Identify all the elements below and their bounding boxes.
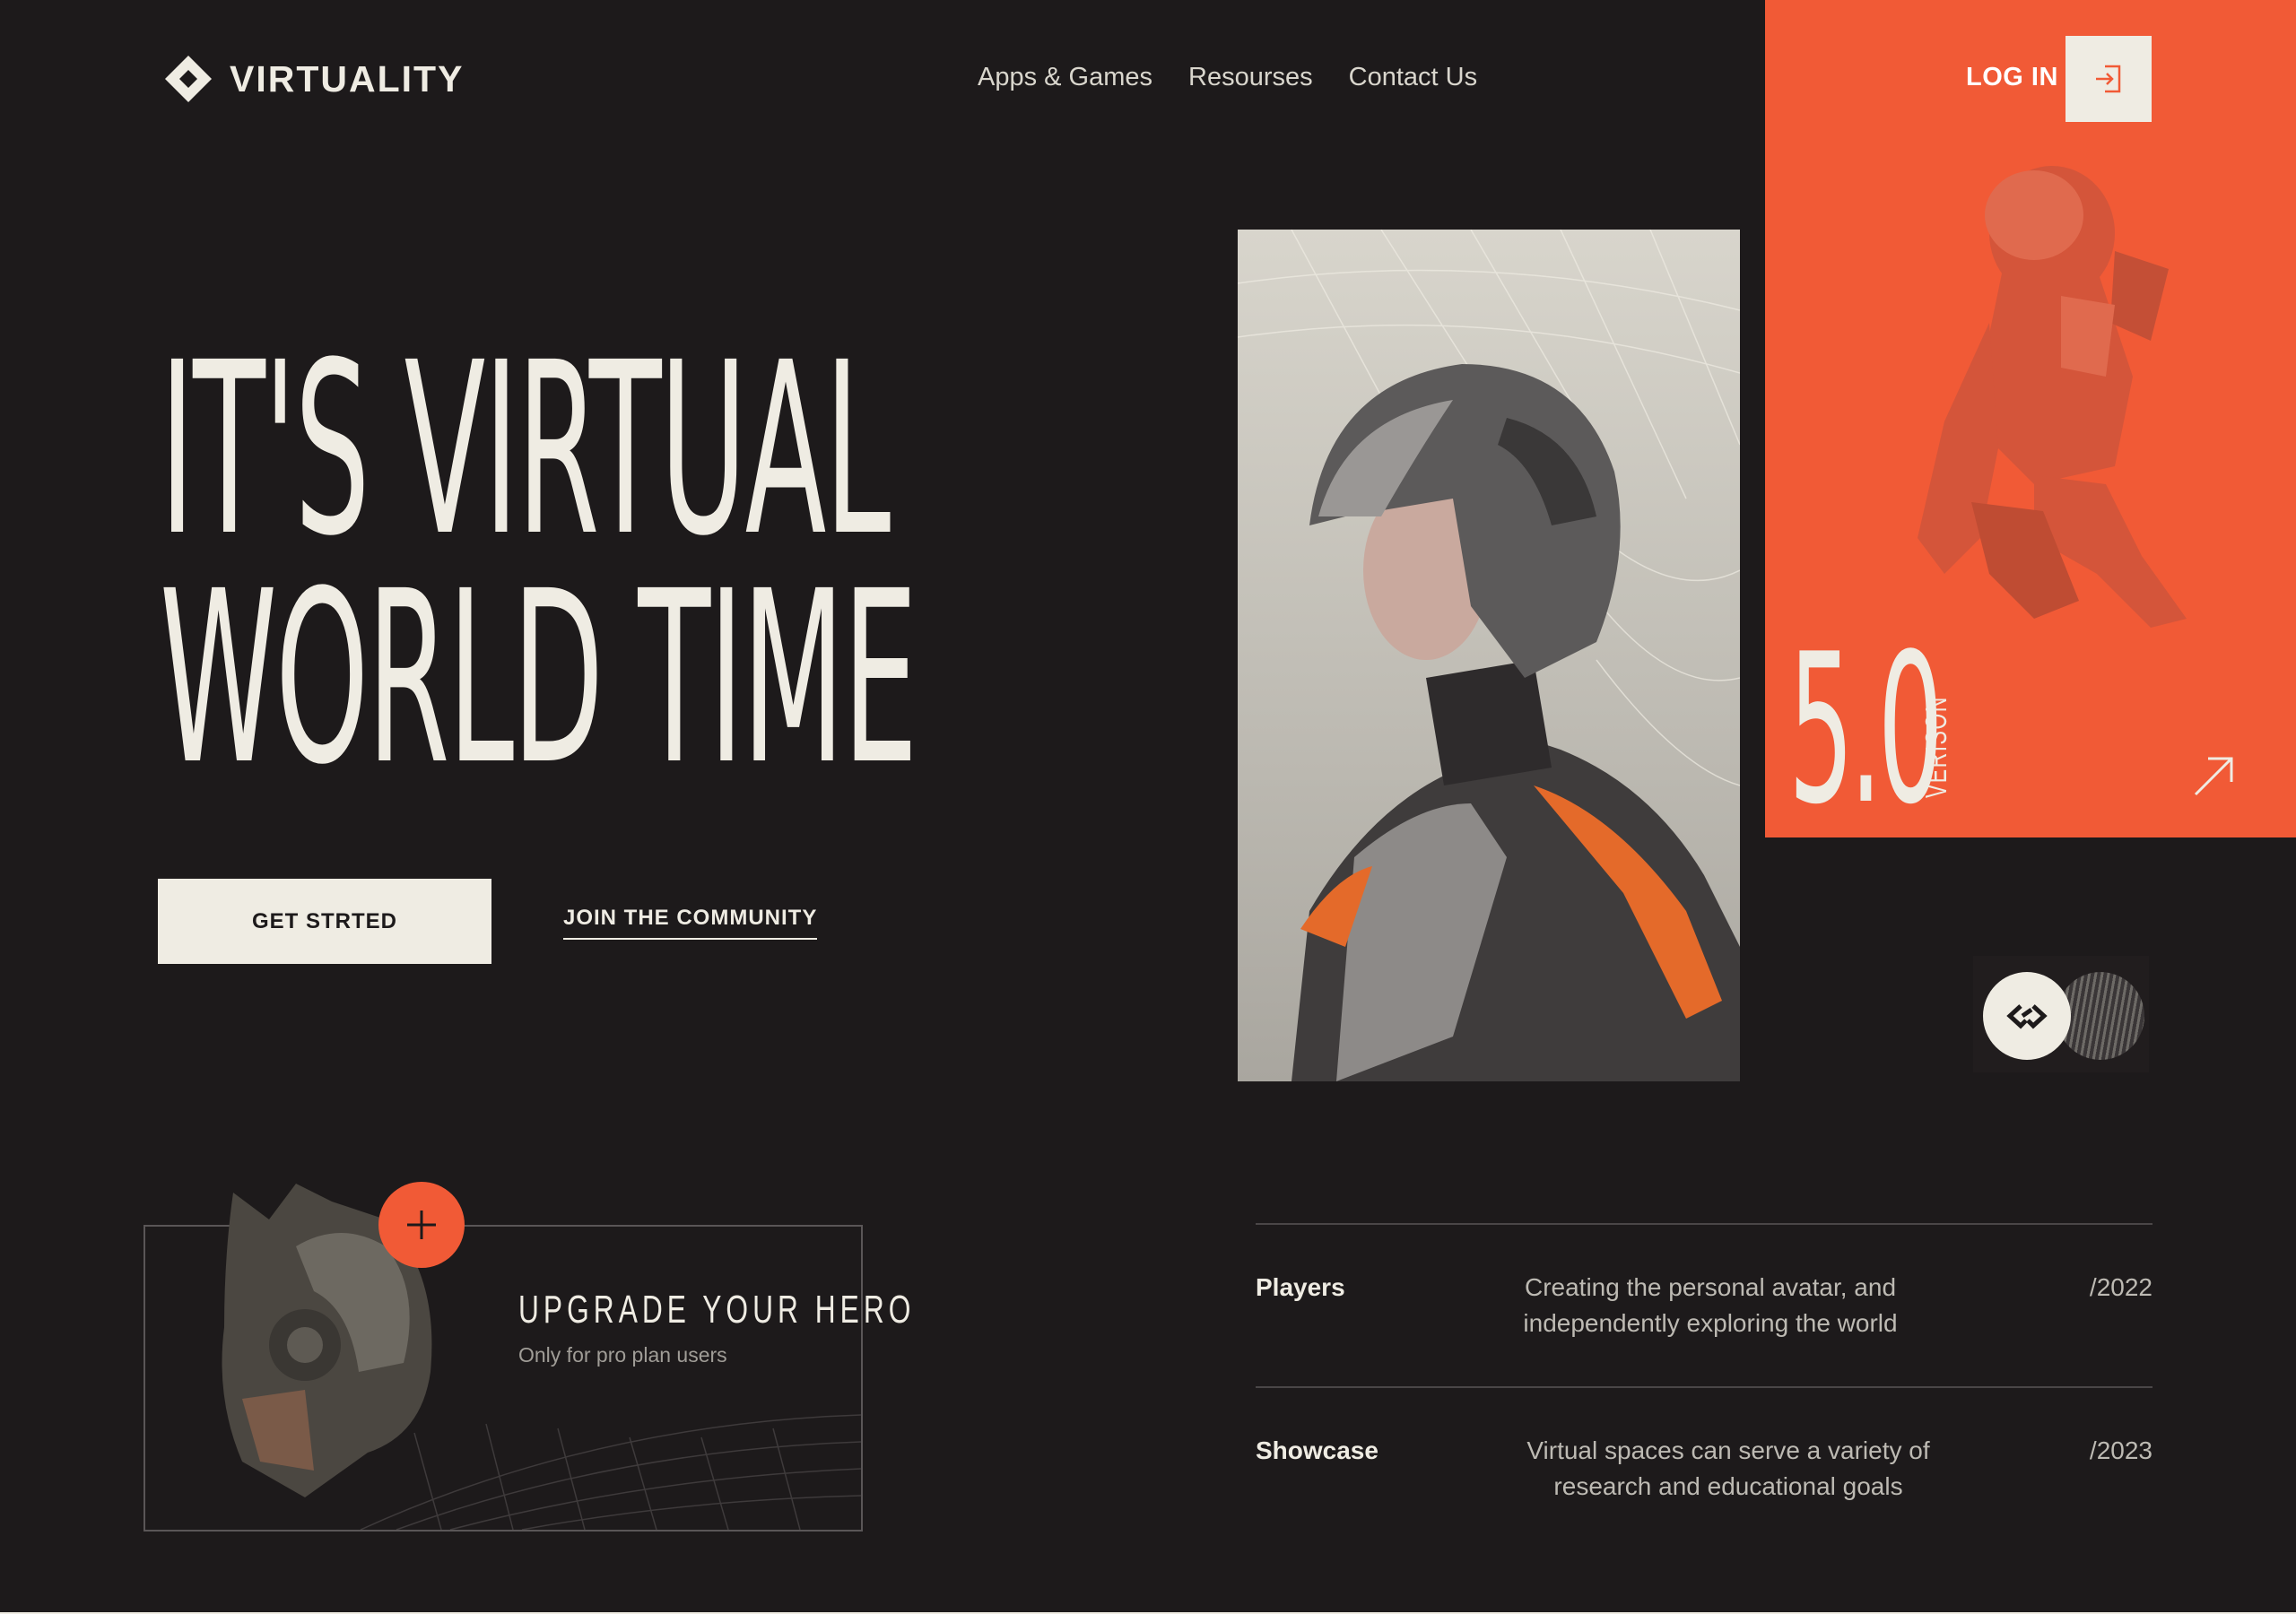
plus-icon bbox=[407, 1210, 436, 1239]
add-upgrade-button[interactable] bbox=[378, 1182, 465, 1268]
info-row-year-showcase: /2023 bbox=[2089, 1436, 2152, 1464]
nav-apps-games[interactable]: Apps & Games bbox=[978, 63, 1152, 92]
upgrade-card-title: UPGRADE YOUR HERO bbox=[518, 1288, 916, 1332]
info-row-title-players: Players bbox=[1256, 1273, 1345, 1301]
login-button[interactable] bbox=[2066, 36, 2152, 122]
get-started-button[interactable]: GET STRTED bbox=[158, 879, 491, 964]
login-link[interactable]: LOG IN bbox=[1966, 63, 2058, 92]
info-divider bbox=[1256, 1386, 2152, 1388]
arrow-up-right-icon[interactable] bbox=[2188, 751, 2239, 802]
info-row-desc-showcase: Virtual spaces can serve a variety of re… bbox=[1526, 1436, 1930, 1500]
link-icon bbox=[2006, 1004, 2048, 1029]
link-toggle-button[interactable] bbox=[1983, 972, 2071, 1060]
diamond-logo-icon bbox=[165, 56, 212, 102]
info-row-title-showcase: Showcase bbox=[1256, 1436, 1378, 1464]
nav-contact-us[interactable]: Contact Us bbox=[1349, 63, 1477, 92]
info-row-desc-players: Creating the personal avatar, and indepe… bbox=[1523, 1273, 1898, 1337]
hero-headline: IT'S VIRTUAL WORLD TIME bbox=[160, 312, 918, 817]
hero-portrait-image bbox=[1238, 230, 1740, 1081]
info-row-year-players: /2022 bbox=[2089, 1273, 2152, 1301]
login-icon bbox=[2096, 65, 2121, 93]
hero-headline-line2: WORLD TIME bbox=[160, 541, 918, 817]
nav-resources[interactable]: Resourses bbox=[1188, 63, 1313, 92]
main-nav: Apps & Games Resourses Contact Us bbox=[978, 63, 1477, 92]
version-number: 5.0 bbox=[1788, 611, 1944, 850]
brand-name: VIRTUALITY bbox=[230, 57, 465, 100]
version-label: VERISON bbox=[1919, 696, 1952, 798]
upgrade-card-subtitle: Only for pro plan users bbox=[518, 1343, 727, 1367]
info-divider bbox=[1256, 1223, 2152, 1225]
brand-logo[interactable]: VIRTUALITY bbox=[163, 54, 464, 104]
join-community-link[interactable]: JOIN THE COMMUNITY bbox=[563, 906, 818, 940]
hero-headline-line1: IT'S VIRTUAL bbox=[160, 312, 891, 588]
